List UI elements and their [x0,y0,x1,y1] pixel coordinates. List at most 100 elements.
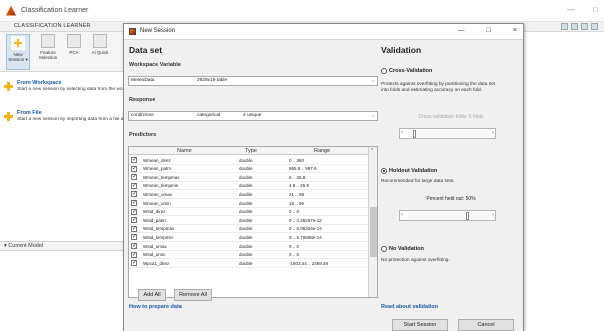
cross-validation-folds-slider[interactable]: ‹ › [399,128,496,139]
predictor-type: double [239,234,253,240]
scrollbar-thumb[interactable] [370,207,377,257]
include-checkbox[interactable] [131,199,137,206]
table-row[interactable]: Wstd_tempmax double 0 .. 6.06334e-14 [129,225,369,234]
cross-validation-folds-label: Cross-validation folds: 5 folds [418,114,484,120]
response-select[interactable]: condizione categorical 4 unique ⌵ [128,111,378,121]
include-checkbox[interactable] [131,208,137,215]
include-checkbox[interactable] [131,190,137,198]
workspace-var-info: 2929x19 table [197,78,228,83]
dialog-minimize-icon[interactable]: — [458,27,465,34]
column-header-name[interactable]: Name [177,148,192,154]
include-checkbox[interactable] [131,251,137,258]
maximize-icon[interactable]: □ [593,5,598,14]
slider-knob[interactable] [465,212,469,220]
slider-track[interactable] [408,130,489,138]
table-row[interactable]: Wmean_tempmin double 4.8 .. 25.9 [129,182,369,191]
include-checkbox[interactable] [131,225,137,232]
include-checkbox[interactable] [131,156,137,163]
table-row[interactable]: Wstd_umax double 0 .. 0 [129,242,369,251]
from-workspace-desc: Start a new session by selecting data fr… [17,87,124,92]
column-header-range[interactable]: Range [314,148,330,154]
workspace-variable-select[interactable]: MeteoData 2929x19 table ⌵ [128,76,378,86]
table-row[interactable]: Wstd_tempmin double 0 .. 5.70668e-14 [129,233,369,242]
predictor-name: Wmean_umax [143,191,173,197]
table-row[interactable]: Wstd_umin double 0 .. 0 [129,251,369,260]
slider-left-arrow-icon[interactable]: ‹ [401,212,403,218]
predictor-type: double [239,243,253,249]
app-window-controls: — □ [567,5,598,14]
include-checkbox[interactable] [131,233,137,241]
predictor-name: Wstd_tempmin [143,234,174,240]
read-about-validation-link[interactable]: Read about validation [381,304,438,310]
include-checkbox[interactable] [131,259,137,267]
cross-validation-radio[interactable] [381,68,387,74]
slider-knob[interactable] [412,130,416,138]
predictor-range: -1603.44 .. 2469.49 [289,260,329,266]
predictor-type: double [239,157,253,163]
new-session-dialog: New Session — □ × Data set Workspace Var… [123,23,524,331]
right-workspace-area [530,32,604,331]
add-all-button[interactable]: Add All [138,289,166,301]
holdout-percent-label: Percent held out: 50% [426,196,476,202]
include-checkbox[interactable] [131,216,137,224]
dialog-button-bar: Start Session Cancel [124,318,523,331]
data-set-heading: Data set [129,45,163,55]
table-row[interactable]: Wstd_direz double 0 .. 0 [129,208,369,217]
scroll-up-icon[interactable]: ^ [371,148,373,154]
from-workspace-title: From Workspace [17,80,62,86]
help-icon[interactable] [591,23,598,30]
table-row[interactable]: Wmean_tempmax double 6 .. 26.8 [129,173,369,182]
dialog-close-icon[interactable]: × [513,27,517,34]
predictors-table: Name Type Range Wmean_direzdouble0 .. 36… [128,146,378,298]
current-model-header[interactable]: ▾ Current Model [0,241,130,251]
redo-icon[interactable] [581,23,588,30]
pca-button[interactable]: PCA [62,34,86,55]
cross-validation-desc-line2: into folds and estimating accuracy on ea… [381,88,483,93]
quick-button[interactable]: Al Quick [88,34,112,55]
slider-track[interactable] [408,212,489,220]
slider-left-arrow-icon[interactable]: ‹ [401,130,403,136]
predictor-type: double [239,200,253,206]
holdout-validation-radio[interactable] [381,168,387,174]
table-row[interactable]: Wstd_patm double 0 .. 2.28267e-12 [129,216,369,225]
ribbon: New Session ▾ Feature Selection PCA Al Q… [0,32,130,72]
table-row[interactable]: Wmean_patm double 955.8 .. 997.9 [129,165,369,174]
include-checkbox[interactable] [131,173,137,181]
feature-selection-button[interactable]: Feature Selection [36,34,60,60]
slider-right-arrow-icon[interactable]: › [492,130,494,136]
table-row[interactable]: Wmean_umin double 18 .. 96 [129,199,369,208]
dialog-maximize-icon[interactable]: □ [487,27,491,34]
start-session-button[interactable]: Start Session [392,319,448,331]
tab-classification-learner[interactable]: CLASSIFICATION LEARNER [14,23,91,29]
cross-validation-label[interactable]: Cross-Validation [389,68,432,74]
table-row[interactable]: Wpca1_direz double -1603.44 .. 2469.49 [129,259,369,268]
how-to-prepare-link[interactable]: How to prepare data [129,304,182,310]
cancel-button[interactable]: Cancel [458,319,514,331]
predictors-scrollbar[interactable]: ^ [368,147,377,297]
response-type: categorical [197,113,221,118]
minimize-icon[interactable]: — [567,5,575,14]
include-checkbox[interactable] [131,242,137,249]
app-title: Classification Learner [21,7,89,14]
matlab-logo-icon [6,5,16,16]
remove-all-button[interactable]: Remove All [174,289,212,301]
predictor-range: 0 .. 2.28267e-12 [289,217,322,223]
undo-icon[interactable] [571,23,578,30]
slider-right-arrow-icon[interactable]: › [492,212,494,218]
predictor-name: Wmean_tempmax [143,174,180,180]
include-checkbox[interactable] [131,182,137,189]
predictor-range: 955.8 .. 997.9 [289,166,317,172]
table-row[interactable]: Wmean_direz double 0 .. 360 [129,156,369,165]
predictor-range: 0 .. 0 [289,243,300,249]
holdout-percent-slider[interactable]: ‹ › [399,210,496,221]
no-validation-radio[interactable] [381,246,387,252]
save-icon[interactable] [561,23,568,30]
table-row[interactable]: Wmean_umax double 21 .. 98 [129,190,369,199]
include-checkbox[interactable] [131,165,137,172]
holdout-validation-label[interactable]: Holdout Validation [389,168,437,174]
no-validation-label[interactable]: No Validation [389,246,424,252]
no-validation-desc: No protection against overfitting. [381,258,450,263]
column-header-type[interactable]: Type [245,148,257,154]
predictor-type: double [239,252,253,258]
new-session-button[interactable]: New Session ▾ [6,34,30,70]
